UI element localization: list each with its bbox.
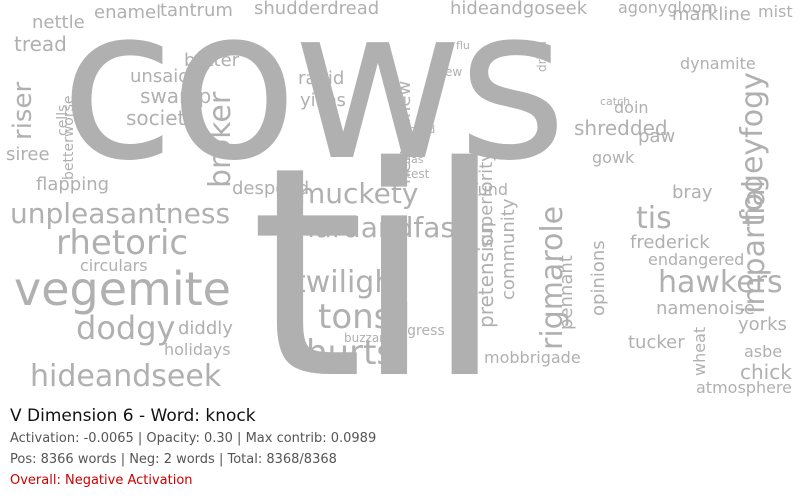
cloud-word: hawkers	[658, 265, 783, 300]
cloud-word: siree	[6, 144, 50, 165]
cloud-word: nettle	[32, 12, 85, 33]
cloud-word: riser	[8, 81, 38, 140]
cloud-word: diddly	[178, 318, 233, 339]
cloud-word: community	[498, 198, 519, 300]
cloud-word: gowk	[592, 148, 635, 167]
cloud-word: catch	[600, 95, 631, 108]
cloud-word: markline	[672, 4, 751, 25]
cloud-word: dodgy	[76, 309, 176, 347]
cloud-word: despond	[232, 178, 310, 199]
cloud-word: swamp	[140, 84, 212, 108]
cloud-word: mobbrigade	[484, 348, 581, 367]
cloud-word: superiority	[476, 151, 497, 248]
cloud-word: yorks	[738, 314, 787, 335]
cloud-word: dried	[535, 41, 549, 72]
cloud-word: hardandfast	[297, 211, 466, 244]
cloud-word: mist	[758, 2, 793, 21]
caption-title: V Dimension 6 - Word: knock	[10, 406, 256, 426]
cloud-word: endangered	[648, 250, 745, 269]
cloud-word: hideandgoseek	[450, 0, 588, 19]
cloud-word: twilight	[294, 265, 406, 300]
stats-line: Activation: -0.0065 | Opacity: 0.30 | Ma…	[10, 431, 377, 446]
cloud-word: circulars	[80, 256, 148, 275]
cloud-word: yikes	[300, 90, 346, 111]
cloud-word: tucker	[628, 332, 685, 353]
cloud-word: dynamite	[680, 54, 756, 73]
cloud-word: batter	[184, 50, 240, 71]
cloud-word: judas	[394, 153, 424, 166]
cloud-word: muckety	[298, 177, 419, 210]
cloud-word: description	[451, 277, 466, 350]
cloud-word: society	[126, 106, 198, 130]
caption-panel: V Dimension 6 - Word: knock Activation: …	[10, 404, 790, 491]
counts-line: Pos: 8366 words | Neg: 2 words | Total: …	[10, 452, 337, 467]
cloud-word: fittest	[394, 167, 430, 181]
cloud-word: holidays	[164, 340, 231, 359]
cloud-word: asbe	[744, 342, 783, 361]
cloud-word: anew	[430, 65, 463, 79]
cloud-word: shudderdread	[254, 0, 380, 19]
cloud-word: unsaid	[130, 66, 190, 87]
cloud-word: hideandseek	[30, 359, 222, 394]
cloud-word: cells	[55, 104, 71, 136]
cloud-word: buzzard	[344, 331, 392, 345]
cloud-word: rapid	[298, 68, 345, 89]
cloud-word: rhetoric	[56, 223, 189, 263]
cloud-word: paw	[638, 126, 676, 147]
cloud-word: fund	[472, 180, 509, 199]
cloud-word: enamel	[94, 2, 162, 23]
cloud-word: kicked	[400, 123, 436, 136]
cloud-word: tread	[14, 32, 67, 56]
overall-status: Overall: Negative Activation	[10, 473, 193, 488]
cloud-word: tantrum	[160, 0, 233, 21]
cloud-word: atmosphere	[696, 378, 792, 397]
word-cloud: cows til vegemite unpleasantness hideand…	[0, 0, 800, 400]
cloud-word: pennant	[556, 255, 577, 330]
cloud-word: opinions	[588, 240, 609, 316]
cloud-word: tis	[636, 201, 672, 236]
cloud-word: bray	[672, 182, 713, 203]
cloud-word: wheat	[690, 326, 709, 376]
cloud-word: flu	[456, 39, 470, 52]
